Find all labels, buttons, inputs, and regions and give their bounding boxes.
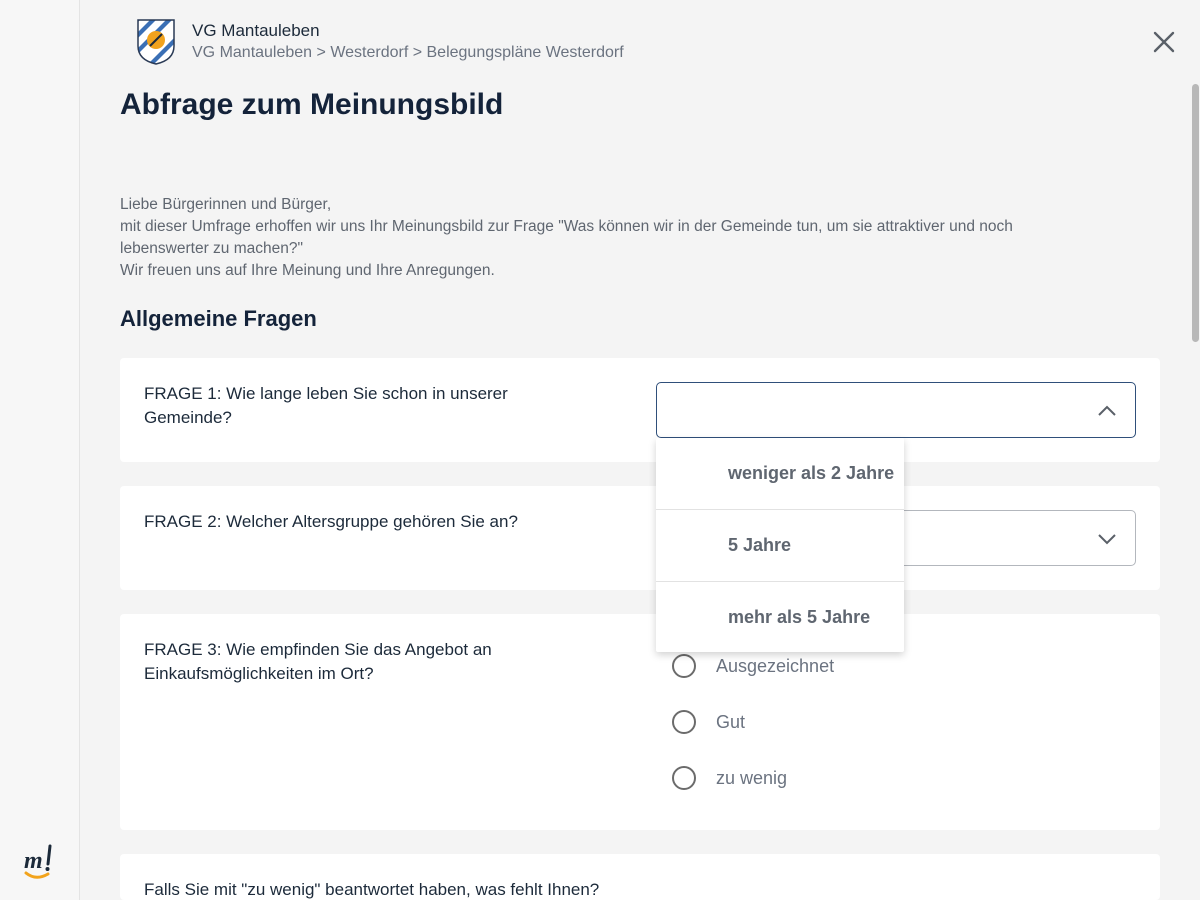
org-name: VG Mantauleben	[192, 21, 320, 40]
brand-logo-icon[interactable]: m	[22, 842, 58, 882]
intro-line: Liebe Bürgerinnen und Bürger,	[120, 196, 332, 213]
breadcrumb[interactable]: VG Mantauleben > Westerdorf > Belegungsp…	[192, 44, 624, 62]
radio-option-ausgezeichnet[interactable]: Ausgezeichnet	[672, 652, 834, 680]
page-title: Abfrage zum Meinungsbild	[120, 88, 504, 121]
question-label: FRAGE 2: Welcher Altersgruppe gehören Si…	[144, 512, 518, 531]
chevron-up-icon	[1098, 405, 1116, 416]
radio-option-zu-wenig[interactable]: zu wenig	[672, 764, 787, 792]
question-label: Falls Sie mit "zu wenig" beantwortet hab…	[144, 880, 600, 899]
question-label: FRAGE 1: Wie lange leben Sie schon in un…	[144, 384, 508, 427]
radio-label: Ausgezeichnet	[716, 655, 835, 676]
close-icon[interactable]	[1150, 28, 1178, 56]
svg-text:m: m	[24, 848, 43, 874]
question-card-1: FRAGE 1: Wie lange leben Sie schon in un…	[120, 358, 1160, 462]
question-label: FRAGE 3: Wie empfinden Sie das Angebot a…	[144, 640, 492, 683]
radio-button[interactable]	[672, 766, 696, 790]
radio-button[interactable]	[672, 654, 696, 678]
intro-line: Wir freuen uns auf Ihre Meinung und Ihre…	[120, 262, 495, 279]
radio-option-gut[interactable]: Gut	[672, 708, 745, 736]
radio-label: zu wenig	[716, 767, 788, 788]
dropdown-option[interactable]: weniger als 2 Jahre	[656, 438, 904, 510]
coat-of-arms-icon	[137, 19, 175, 65]
question-card-3: FRAGE 3: Wie empfinden Sie das Angebot a…	[120, 614, 1160, 830]
intro-line: mit dieser Umfrage erhoffen wir uns Ihr …	[120, 218, 1013, 257]
scrollbar-thumb[interactable]	[1192, 84, 1199, 342]
radio-button[interactable]	[672, 710, 696, 734]
intro-text: Liebe Bürgerinnen und Bürger, mit dieser…	[120, 194, 1100, 282]
question-card-4: Falls Sie mit "zu wenig" beantwortet hab…	[120, 854, 1160, 900]
chevron-down-icon	[1098, 534, 1116, 545]
section-title: Allgemeine Fragen	[120, 306, 317, 331]
question-card-2: FRAGE 2: Welcher Altersgruppe gehören Si…	[120, 486, 1160, 590]
dropdown-option[interactable]: mehr als 5 Jahre	[656, 582, 904, 652]
radio-label: Gut	[716, 711, 746, 732]
duration-select[interactable]	[656, 382, 1136, 438]
dropdown-option[interactable]: 5 Jahre	[656, 510, 904, 582]
duration-dropdown-menu: weniger als 2 Jahre 5 Jahre mehr als 5 J…	[656, 438, 904, 652]
left-rail: m	[0, 0, 80, 900]
